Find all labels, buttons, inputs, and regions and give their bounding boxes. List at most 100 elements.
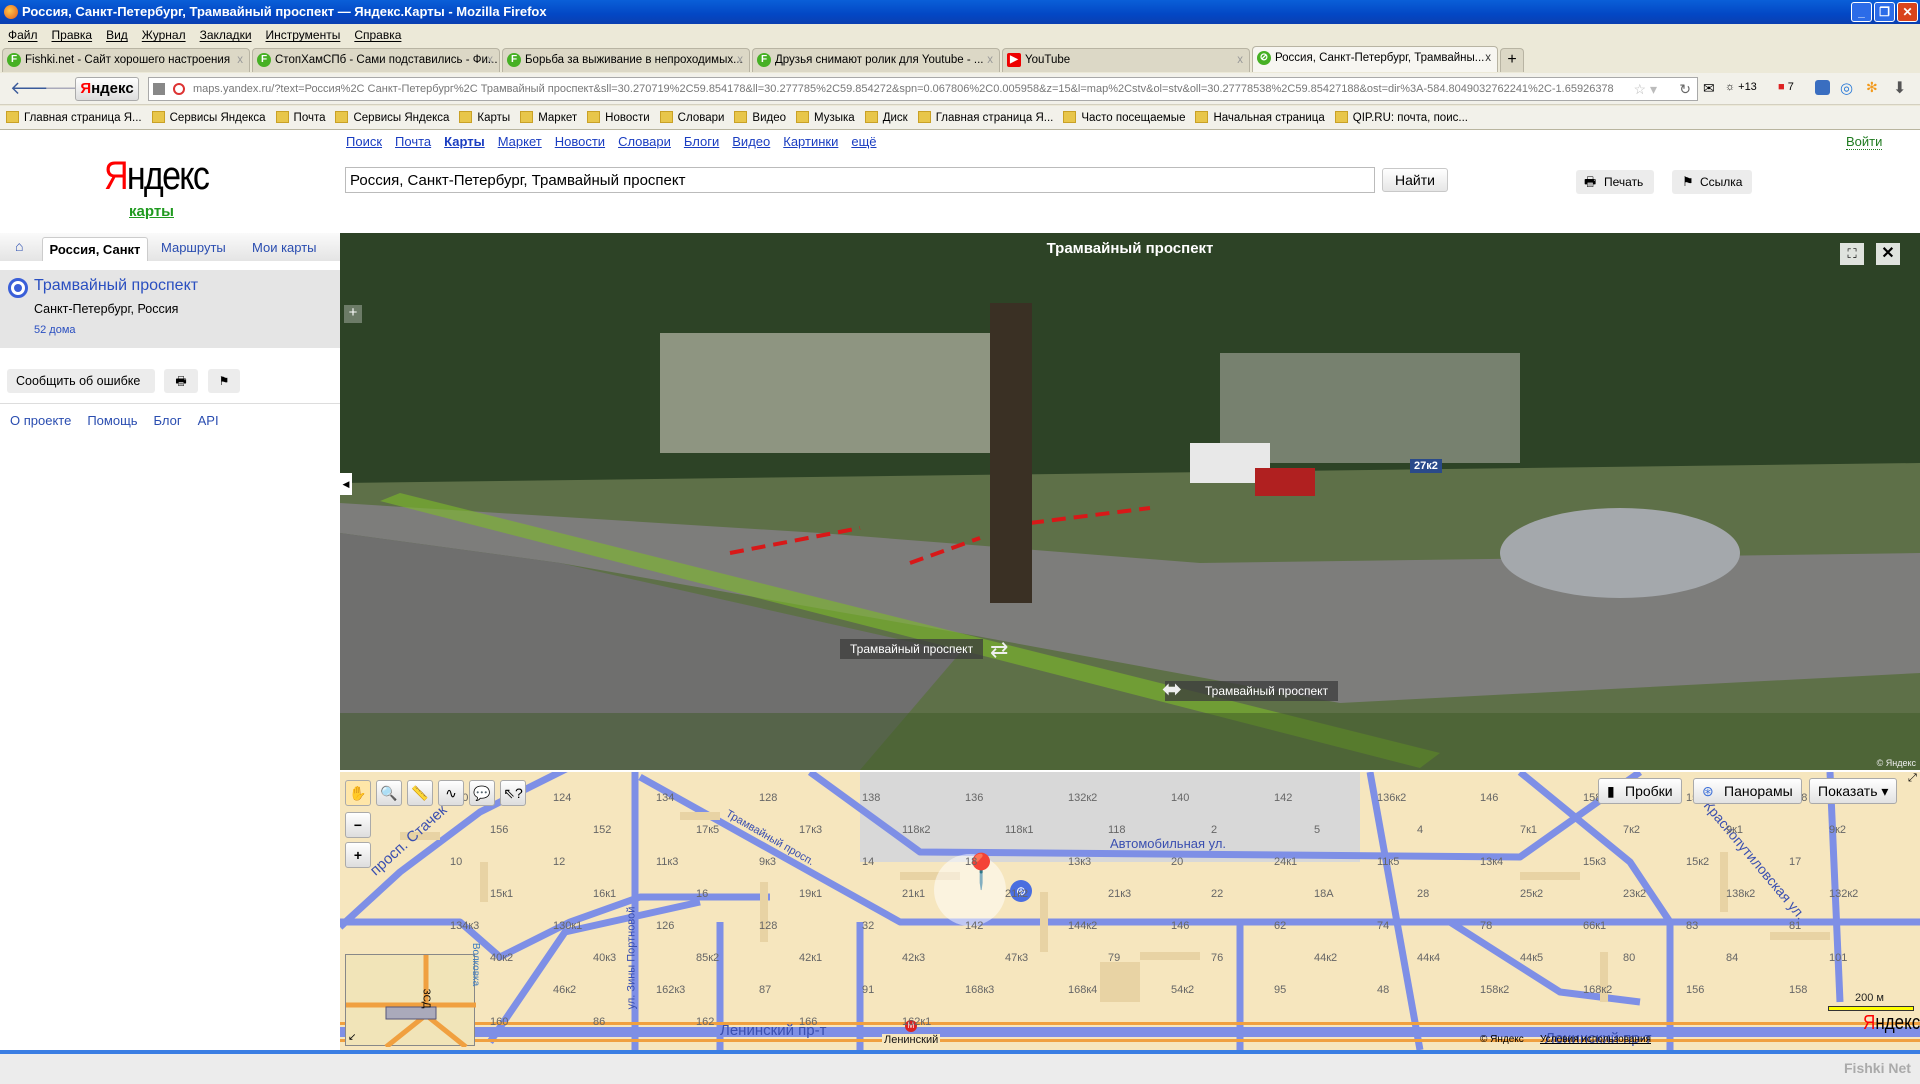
nav-link-mail[interactable]: Почта xyxy=(395,134,431,149)
nav-link-market[interactable]: Маркет xyxy=(498,134,542,149)
bookmark-item[interactable]: Сервисы Яндекса xyxy=(335,111,449,124)
mail-icon[interactable]: ✉ xyxy=(1703,80,1715,97)
bookmark-item[interactable]: Главная страница Я... xyxy=(6,111,142,124)
close-tab-icon[interactable]: x xyxy=(1237,49,1243,71)
nav-link-images[interactable]: Картинки xyxy=(783,134,838,149)
nav-link-maps[interactable]: Карты xyxy=(444,134,485,149)
restore-button[interactable]: ❐ xyxy=(1874,2,1895,22)
bookmark-item[interactable]: Словари xyxy=(659,111,724,124)
browser-tab-active[interactable]: ⊘ Россия, Санкт-Петербург, Трамвайны... x xyxy=(1252,46,1498,72)
nav-link-video[interactable]: Видео xyxy=(732,134,770,149)
login-link[interactable]: Войти xyxy=(1846,134,1883,150)
link-button[interactable]: ⚑ Ссылка xyxy=(1672,170,1752,194)
yandex-button[interactable]: Яндекс xyxy=(75,77,139,101)
bookmark-item[interactable]: Карты xyxy=(459,111,510,124)
bookmark-item[interactable]: Новости xyxy=(587,111,650,124)
menu-file[interactable]: Файл xyxy=(8,28,38,42)
close-tab-icon[interactable]: x xyxy=(487,49,493,71)
home-icon[interactable]: ⌂ xyxy=(15,238,23,254)
panoramas-button[interactable]: ⊛ Панорамы xyxy=(1693,778,1802,804)
menu-edit[interactable]: Правка xyxy=(52,28,93,42)
bookmark-item[interactable]: Сервисы Яндекса xyxy=(151,111,266,124)
close-tab-icon[interactable]: x xyxy=(737,49,743,71)
menu-tools[interactable]: Инструменты xyxy=(266,28,341,42)
bookmark-item[interactable]: Видео xyxy=(734,111,786,124)
nav-link-blogs[interactable]: Блоги xyxy=(684,134,719,149)
new-tab-button[interactable]: + xyxy=(1500,48,1524,72)
about-link[interactable]: О проекте xyxy=(10,413,71,428)
downloads-icon[interactable]: ⬇ xyxy=(1893,78,1906,98)
bookmark-item[interactable]: Главная страница Я... xyxy=(917,111,1053,124)
addon-icon[interactable]: ◎ xyxy=(1840,79,1853,97)
navigation-arrow[interactable]: ⬌ xyxy=(1162,675,1182,704)
browser-tab[interactable]: ▶ YouTube x xyxy=(1002,48,1250,72)
bookmark-item[interactable]: QIP.RU: почта, поис... xyxy=(1334,111,1468,124)
tab-routes[interactable]: Маршруты xyxy=(161,240,226,255)
zoom-in-button[interactable]: + xyxy=(344,305,362,323)
print-button[interactable]: 🖶 Печать xyxy=(1576,170,1654,194)
terms-of-use-link[interactable]: Условия использования xyxy=(1540,1034,1651,1045)
menu-view[interactable]: Вид xyxy=(106,28,128,42)
route-tool-button[interactable]: ∿ xyxy=(438,780,464,806)
drag-tool-button[interactable]: ✋ xyxy=(345,780,371,806)
ruler-tool-button[interactable]: 📏 xyxy=(407,780,433,806)
link-result-button[interactable]: ⚑ xyxy=(208,369,240,393)
bookmark-item[interactable]: Диск xyxy=(864,111,908,124)
weather-widget[interactable]: ☼ +13 xyxy=(1725,81,1757,93)
what-here-tool-button[interactable]: ⇖? xyxy=(500,780,526,806)
browser-tab[interactable]: F Друзья снимают ролик для Youtube - ... x xyxy=(752,48,1000,72)
close-panorama-button[interactable]: ✕ xyxy=(1876,243,1900,265)
show-layers-dropdown[interactable]: Показать ▾ xyxy=(1809,778,1898,804)
close-tab-icon[interactable]: x xyxy=(237,49,243,71)
close-window-button[interactable]: ✕ xyxy=(1897,2,1918,22)
bookmark-item[interactable]: Часто посещаемые xyxy=(1063,111,1185,124)
minimize-button[interactable]: _ xyxy=(1851,2,1872,22)
nav-link-dictionaries[interactable]: Словари xyxy=(618,134,671,149)
add-placemark-button[interactable]: 💬 xyxy=(469,780,495,806)
zoom-out-button[interactable]: − xyxy=(345,812,371,838)
search-button[interactable]: Найти xyxy=(1382,168,1448,192)
result-title[interactable]: Трамвайный проспект xyxy=(34,277,198,295)
nav-link-more[interactable]: ещё xyxy=(851,134,876,149)
reload-icon[interactable]: ↻ xyxy=(1679,78,1691,100)
odnoklassniki-icon[interactable]: ✻ xyxy=(1866,79,1878,96)
addon-icon[interactable] xyxy=(1815,80,1830,95)
bookmark-item[interactable]: Начальная страница xyxy=(1195,111,1325,124)
notifications-widget[interactable]: ■ 7 xyxy=(1778,81,1794,93)
navigation-arrow[interactable]: ⇄ xyxy=(990,637,1008,663)
collapse-sidebar-button[interactable]: ◀ xyxy=(340,473,352,495)
search-result-item[interactable]: Трамвайный проспект Санкт-Петербург, Рос… xyxy=(0,270,340,348)
yandex-logo[interactable]: Яндекс xyxy=(104,154,210,199)
browser-tab[interactable]: F Fishki.net - Сайт хорошего настроения x xyxy=(2,48,250,72)
map-view[interactable]: просп. Стачек Трамвайный просп. ул. Зины… xyxy=(340,772,1920,1050)
maps-logo-link[interactable]: карты xyxy=(129,203,174,220)
help-link[interactable]: Помощь xyxy=(87,413,137,428)
close-tab-icon[interactable]: x xyxy=(987,49,993,71)
api-link[interactable]: API xyxy=(198,413,219,428)
report-error-button[interactable]: Сообщить об ошибке xyxy=(7,369,155,393)
menu-history[interactable]: Журнал xyxy=(142,28,186,42)
street-panorama[interactable]: Трамвайный проспект ⛶ ✕ + ◀ 27к2 Трамвай… xyxy=(340,233,1920,770)
browser-tab[interactable]: F СтопХамСПб - Сами подставились - Фи... x xyxy=(252,48,500,72)
browser-tab[interactable]: F Борьба за выживание в непроходимых... x xyxy=(502,48,750,72)
zoom-in-button[interactable]: + xyxy=(345,842,371,868)
bookmark-star-icon[interactable]: ☆ ▾ xyxy=(1627,78,1657,100)
print-result-button[interactable]: 🖶 xyxy=(164,369,198,393)
bookmark-item[interactable]: Почта xyxy=(275,111,325,124)
close-tab-icon[interactable]: x xyxy=(1485,47,1491,69)
minimap-expand-icon[interactable]: ↙ xyxy=(348,1032,356,1043)
blog-link[interactable]: Блог xyxy=(154,413,182,428)
tab-my-maps[interactable]: Мои карты xyxy=(252,240,317,255)
nav-link-search[interactable]: Поиск xyxy=(346,134,382,149)
traffic-button[interactable]: ▮ Пробки xyxy=(1598,778,1682,804)
nav-link-news[interactable]: Новости xyxy=(555,134,605,149)
expand-map-icon[interactable]: ⤢ xyxy=(1908,772,1917,785)
search-input[interactable] xyxy=(345,167,1375,193)
minimap[interactable]: Волковка ЗСД ↙ xyxy=(345,943,481,1049)
menu-help[interactable]: Справка xyxy=(354,28,401,42)
menu-bookmarks[interactable]: Закладки xyxy=(200,28,252,42)
tab-search-result[interactable]: Россия, Санкт xyxy=(42,237,148,261)
result-houses-count[interactable]: 52 дома xyxy=(34,324,76,336)
bookmark-item[interactable]: Маркет xyxy=(520,111,577,124)
zoom-area-tool-button[interactable]: 🔍 xyxy=(376,780,402,806)
